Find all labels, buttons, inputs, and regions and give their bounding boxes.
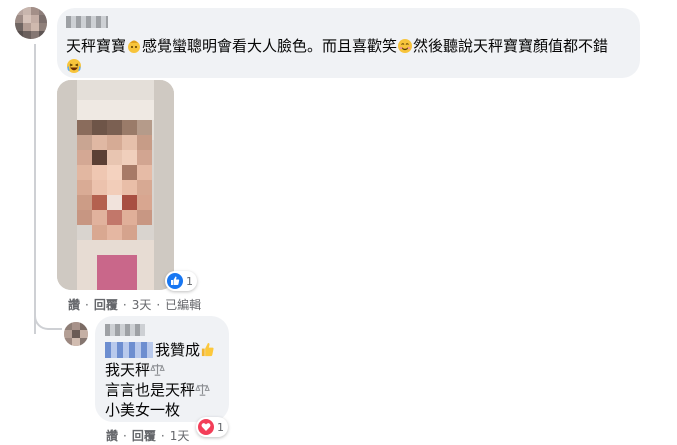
photo-image xyxy=(57,80,174,290)
libra-scales-icon xyxy=(195,382,210,402)
comment-text: 天秤寶寶 感覺蠻聰明會看大人臉色。而且喜歡笑 然後聽說天秤寶寶顏值都不錯 xyxy=(66,36,608,76)
reply-reaction-count[interactable]: 1 xyxy=(196,417,228,437)
reply-reply-button[interactable]: 回覆 xyxy=(132,427,156,444)
reply-line-4: 小美女一枚 xyxy=(105,401,181,419)
avatar[interactable] xyxy=(15,7,47,39)
author-name-blurred[interactable] xyxy=(66,16,108,28)
reply-connector xyxy=(34,296,62,330)
heart-icon xyxy=(198,419,214,435)
avatar-image xyxy=(15,7,47,39)
comment-actions: 讚 · 回覆 · 3天 · 已編輯 xyxy=(68,296,202,313)
laughing-face-icon xyxy=(66,58,82,78)
reply-timestamp[interactable]: 1天 xyxy=(170,427,190,444)
edited-label[interactable]: 已編輯 xyxy=(165,296,201,313)
reply-bubble: 我贊成 我天秤 言言也是天秤 小美女一枚 xyxy=(95,316,229,422)
tagged-user-blurred[interactable] xyxy=(105,342,153,358)
reply-avatar-image xyxy=(64,322,88,346)
libra-scales-icon xyxy=(150,362,165,382)
reply-line-3: 言言也是天秤 xyxy=(105,380,215,400)
reply-line-1: 我贊成 xyxy=(105,340,215,360)
comment-line-1: 天秤寶寶 感覺蠻聰明會看大人臉色。而且喜歡笑 然後聽說天秤寶寶顏值都不錯 xyxy=(66,36,608,56)
reply-actions: 讚 · 回覆 · 1天 xyxy=(106,427,190,444)
reply-line-2: 我天秤 xyxy=(105,360,215,380)
thumbs-up-icon xyxy=(200,342,215,362)
reaction-count[interactable]: 1 xyxy=(165,271,197,291)
comment-line-2 xyxy=(66,56,608,76)
attached-photo[interactable] xyxy=(57,80,174,290)
reply-avatar[interactable] xyxy=(64,322,88,346)
like-button[interactable]: 讚 xyxy=(68,296,80,313)
baby-face-icon xyxy=(126,38,142,58)
reply-button[interactable]: 回覆 xyxy=(94,296,118,313)
reply-like-button[interactable]: 讚 xyxy=(106,427,118,444)
reply-author-name-blurred[interactable] xyxy=(105,324,145,336)
like-icon xyxy=(167,273,183,289)
comment-bubble: 天秤寶寶 感覺蠻聰明會看大人臉色。而且喜歡笑 然後聽說天秤寶寶顏值都不錯 xyxy=(57,8,640,78)
thread-line xyxy=(34,44,36,334)
reply-text: 我贊成 我天秤 言言也是天秤 小美女一枚 xyxy=(105,340,215,420)
timestamp[interactable]: 3天 xyxy=(132,296,152,313)
smiling-face-icon xyxy=(397,38,413,58)
